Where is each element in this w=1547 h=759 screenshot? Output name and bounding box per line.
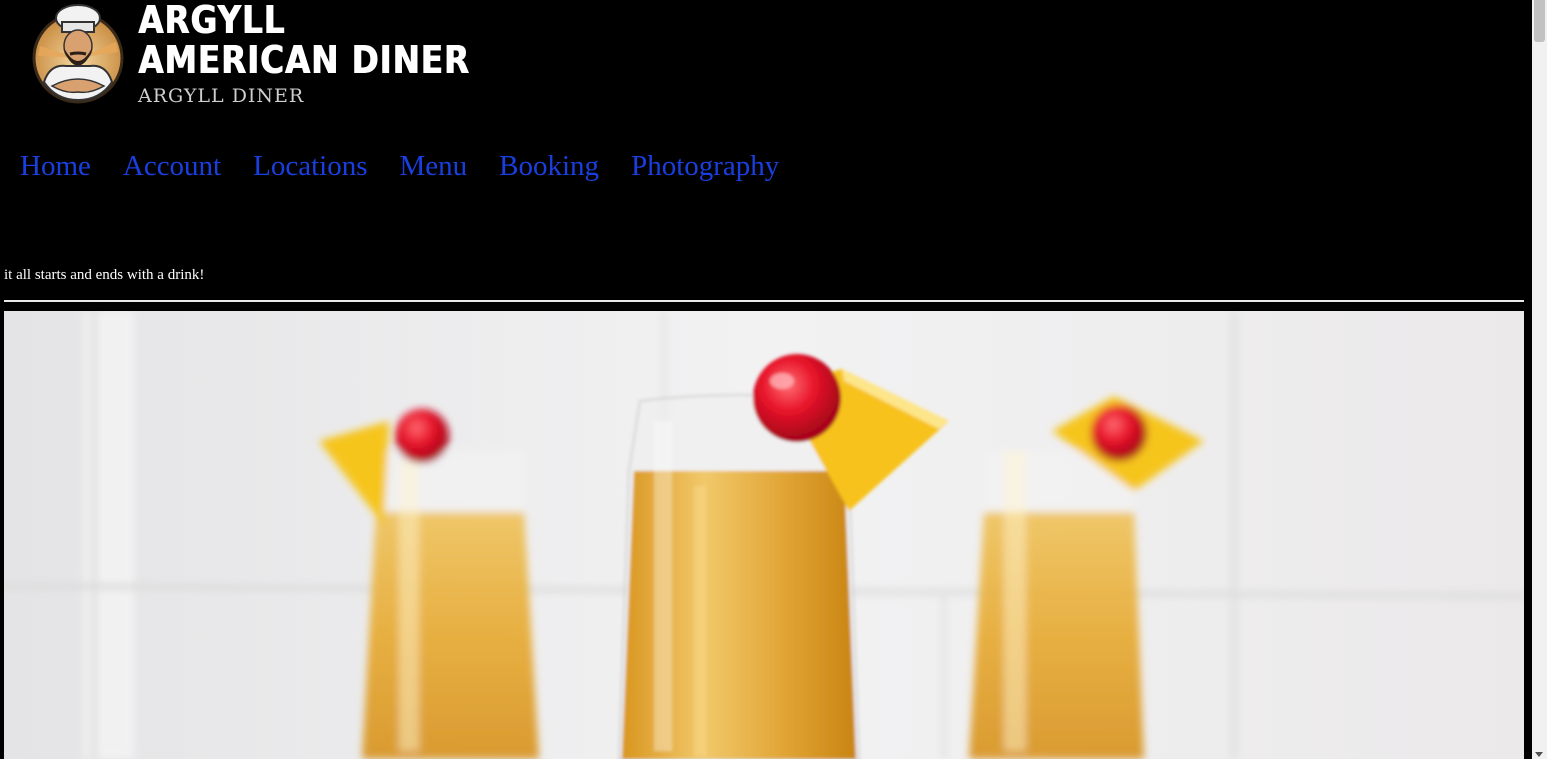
brand-title-line2: AMERICAN DINER [138, 38, 470, 82]
page: ARGYLL AMERICAN DINER ARGYLL DINER Home … [0, 0, 1532, 759]
nav-link-locations[interactable]: Locations [253, 150, 367, 183]
nav-link-booking[interactable]: Booking [499, 150, 599, 183]
nav-link-photography[interactable]: Photography [631, 150, 779, 183]
cocktail-glasses-image [4, 311, 1524, 759]
nav-link-home[interactable]: Home [20, 150, 91, 183]
hero-image [4, 311, 1524, 759]
brand-title: ARGYLL AMERICAN DINER [138, 0, 470, 80]
brand-subtitle: ARGYLL DINER [138, 85, 305, 107]
nav-link-menu[interactable]: Menu [399, 150, 467, 183]
scroll-down-arrow-icon[interactable] [1535, 752, 1543, 757]
divider [4, 300, 1524, 302]
nav-link-account[interactable]: Account [123, 150, 221, 183]
tagline: it all starts and ends with a drink! [4, 267, 205, 283]
site-logo[interactable]: ARGYLL AMERICAN DINER ARGYLL DINER [30, 0, 469, 110]
chef-mascot-logo-icon [32, 4, 124, 104]
scrollbar-thumb[interactable] [1534, 0, 1545, 42]
brand-title-line1: ARGYLL [138, 0, 286, 42]
page-scrollbar[interactable] [1532, 0, 1547, 759]
main-nav: Home Account Locations Menu Booking Phot… [20, 150, 811, 183]
